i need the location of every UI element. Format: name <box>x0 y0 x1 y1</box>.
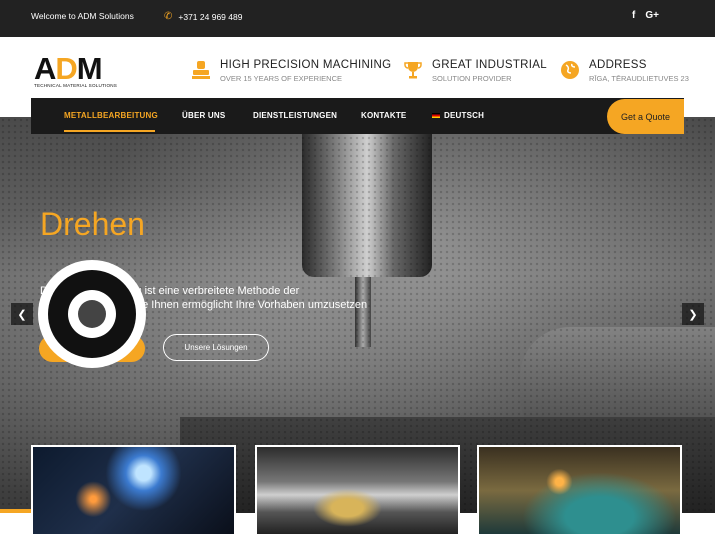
trophy-icon <box>402 59 423 80</box>
hero-title: Drehen <box>40 206 145 242</box>
nav-item-kontakte[interactable]: KONTAKTE <box>361 111 406 120</box>
header-info-address: ADDRESS RĪGA, TĒRAUDLIETUVES 23 <box>559 59 689 83</box>
phone-number: +371 24 969 489 <box>178 11 243 22</box>
certification-seal-icon <box>38 260 146 368</box>
card-image-laser <box>479 447 680 534</box>
service-cards <box>0 445 715 536</box>
our-solutions-button[interactable]: Unsere Lösungen <box>163 334 269 361</box>
german-flag-icon <box>432 113 440 119</box>
top-bar: Welcome to ADM Solutions ✆ +371 24 969 4… <box>0 0 715 37</box>
header-info-title: ADDRESS <box>589 59 647 71</box>
logo-subtitle: TECHNICAL MATERIAL SOLUTIONS <box>34 83 118 88</box>
card-image-welding <box>33 447 234 534</box>
social-links: f G+ <box>632 10 659 21</box>
header-info-industrial: GREAT INDUSTRIAL SOLUTION PROVIDER <box>402 59 547 83</box>
slider-prev-arrow-icon[interactable]: ❮ <box>11 303 33 325</box>
service-card-welding[interactable] <box>31 445 236 536</box>
service-card-laser[interactable] <box>477 445 682 536</box>
facebook-icon[interactable]: f <box>632 10 635 21</box>
stamp-icon <box>190 59 211 80</box>
header-info-title: HIGH PRECISION MACHINING <box>220 59 392 71</box>
service-card-turning[interactable] <box>255 445 460 536</box>
nav-item-metallbearbeitung[interactable]: METALLBEARBEITUNG <box>64 111 158 120</box>
header-info-desc: SOLUTION PROVIDER <box>432 74 512 83</box>
header-info-desc: OVER 15 YEARS OF EXPERIENCE <box>220 74 342 83</box>
globe-icon <box>559 59 580 80</box>
google-plus-icon[interactable]: G+ <box>645 10 659 21</box>
nav-active-indicator <box>64 130 155 132</box>
header-info-title: GREAT INDUSTRIAL <box>432 59 547 71</box>
header-info-machining: HIGH PRECISION MACHINING OVER 15 YEARS O… <box>190 59 391 83</box>
welcome-text: Welcome to ADM Solutions <box>31 11 134 21</box>
nav-item-ueber-uns[interactable]: ÜBER UNS <box>182 111 225 120</box>
card-image-turning <box>257 447 458 534</box>
logo-mark: ADM <box>34 51 103 86</box>
get-quote-button[interactable]: Get a Quote <box>607 99 684 134</box>
phone-contact[interactable]: ✆ +371 24 969 489 <box>164 11 242 22</box>
slider-next-arrow-icon[interactable]: ❯ <box>682 303 704 325</box>
nav-item-language[interactable]: DEUTSCH <box>432 111 484 120</box>
header-info-desc: RĪGA, TĒRAUDLIETUVES 23 <box>589 74 689 83</box>
nav-item-dienstleistungen[interactable]: DIENSTLEISTUNGEN <box>253 111 337 120</box>
main-nav: METALLBEARBEITUNG ÜBER UNS DIENSTLEISTUN… <box>31 98 684 134</box>
logo[interactable]: ADM TECHNICAL MATERIAL SOLUTIONS <box>34 51 126 88</box>
phone-icon: ✆ <box>164 11 173 22</box>
